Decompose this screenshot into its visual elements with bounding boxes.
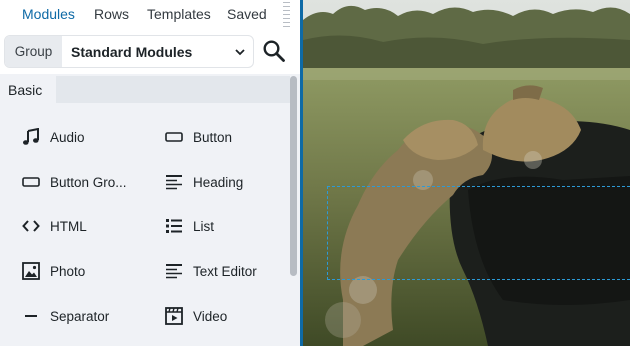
group-label: Group: [5, 36, 62, 67]
module-label: Button: [193, 129, 233, 145]
tab-saved[interactable]: Saved: [227, 6, 267, 22]
module-button-group[interactable]: Button Gro...: [22, 170, 127, 194]
panel-controls: Group Standard Modules: [0, 30, 300, 74]
module-label: HTML: [50, 218, 87, 234]
tab-templates[interactable]: Templates: [147, 6, 211, 22]
list-icon: [165, 217, 183, 235]
module-label: Video: [193, 308, 228, 324]
text-editor-icon: [165, 262, 183, 280]
panel-drag-handle[interactable]: [283, 2, 290, 28]
button-icon: [165, 128, 183, 146]
button-group-icon: [22, 173, 40, 191]
module-audio[interactable]: Audio: [22, 125, 85, 149]
group-select[interactable]: Group Standard Modules: [4, 35, 254, 68]
page-preview: [303, 0, 630, 346]
module-button[interactable]: Button: [165, 125, 232, 149]
module-video[interactable]: Video: [165, 304, 227, 328]
music-note-icon: [22, 128, 40, 146]
module-label: Audio: [50, 129, 85, 145]
section-tabs: Basic: [0, 76, 290, 103]
panel-scrollbar[interactable]: [290, 76, 297, 276]
preview-photo: [303, 0, 630, 346]
module-label: List: [193, 218, 215, 234]
selected-row-outline[interactable]: [327, 186, 630, 280]
group-value: Standard Modules: [71, 44, 193, 60]
module-heading[interactable]: Heading: [165, 170, 243, 194]
photo-icon: [22, 262, 40, 280]
video-icon: [165, 307, 183, 325]
module-label: Heading: [193, 174, 244, 190]
search-icon[interactable]: [262, 39, 286, 63]
module-label: Button Gro...: [50, 174, 127, 190]
heading-icon: [165, 173, 183, 191]
module-label: Separator: [50, 308, 110, 324]
module-text-editor[interactable]: Text Editor: [165, 259, 257, 283]
tab-rows[interactable]: Rows: [94, 6, 129, 22]
module-label: Text Editor: [193, 263, 257, 279]
tab-basic[interactable]: Basic: [0, 76, 56, 103]
tab-modules[interactable]: Modules: [22, 6, 75, 22]
modules-panel: Modules Rows Templates Saved Group Stand…: [0, 0, 300, 346]
code-icon: [22, 217, 40, 235]
module-html[interactable]: HTML: [22, 214, 87, 238]
panel-tabs: Modules Rows Templates Saved: [0, 0, 300, 30]
module-list[interactable]: List: [165, 214, 214, 238]
module-label: Photo: [50, 263, 86, 279]
module-photo[interactable]: Photo: [22, 259, 85, 283]
separator-icon: [22, 307, 40, 325]
module-separator[interactable]: Separator: [22, 304, 109, 328]
chevron-down-icon: [235, 49, 245, 56]
